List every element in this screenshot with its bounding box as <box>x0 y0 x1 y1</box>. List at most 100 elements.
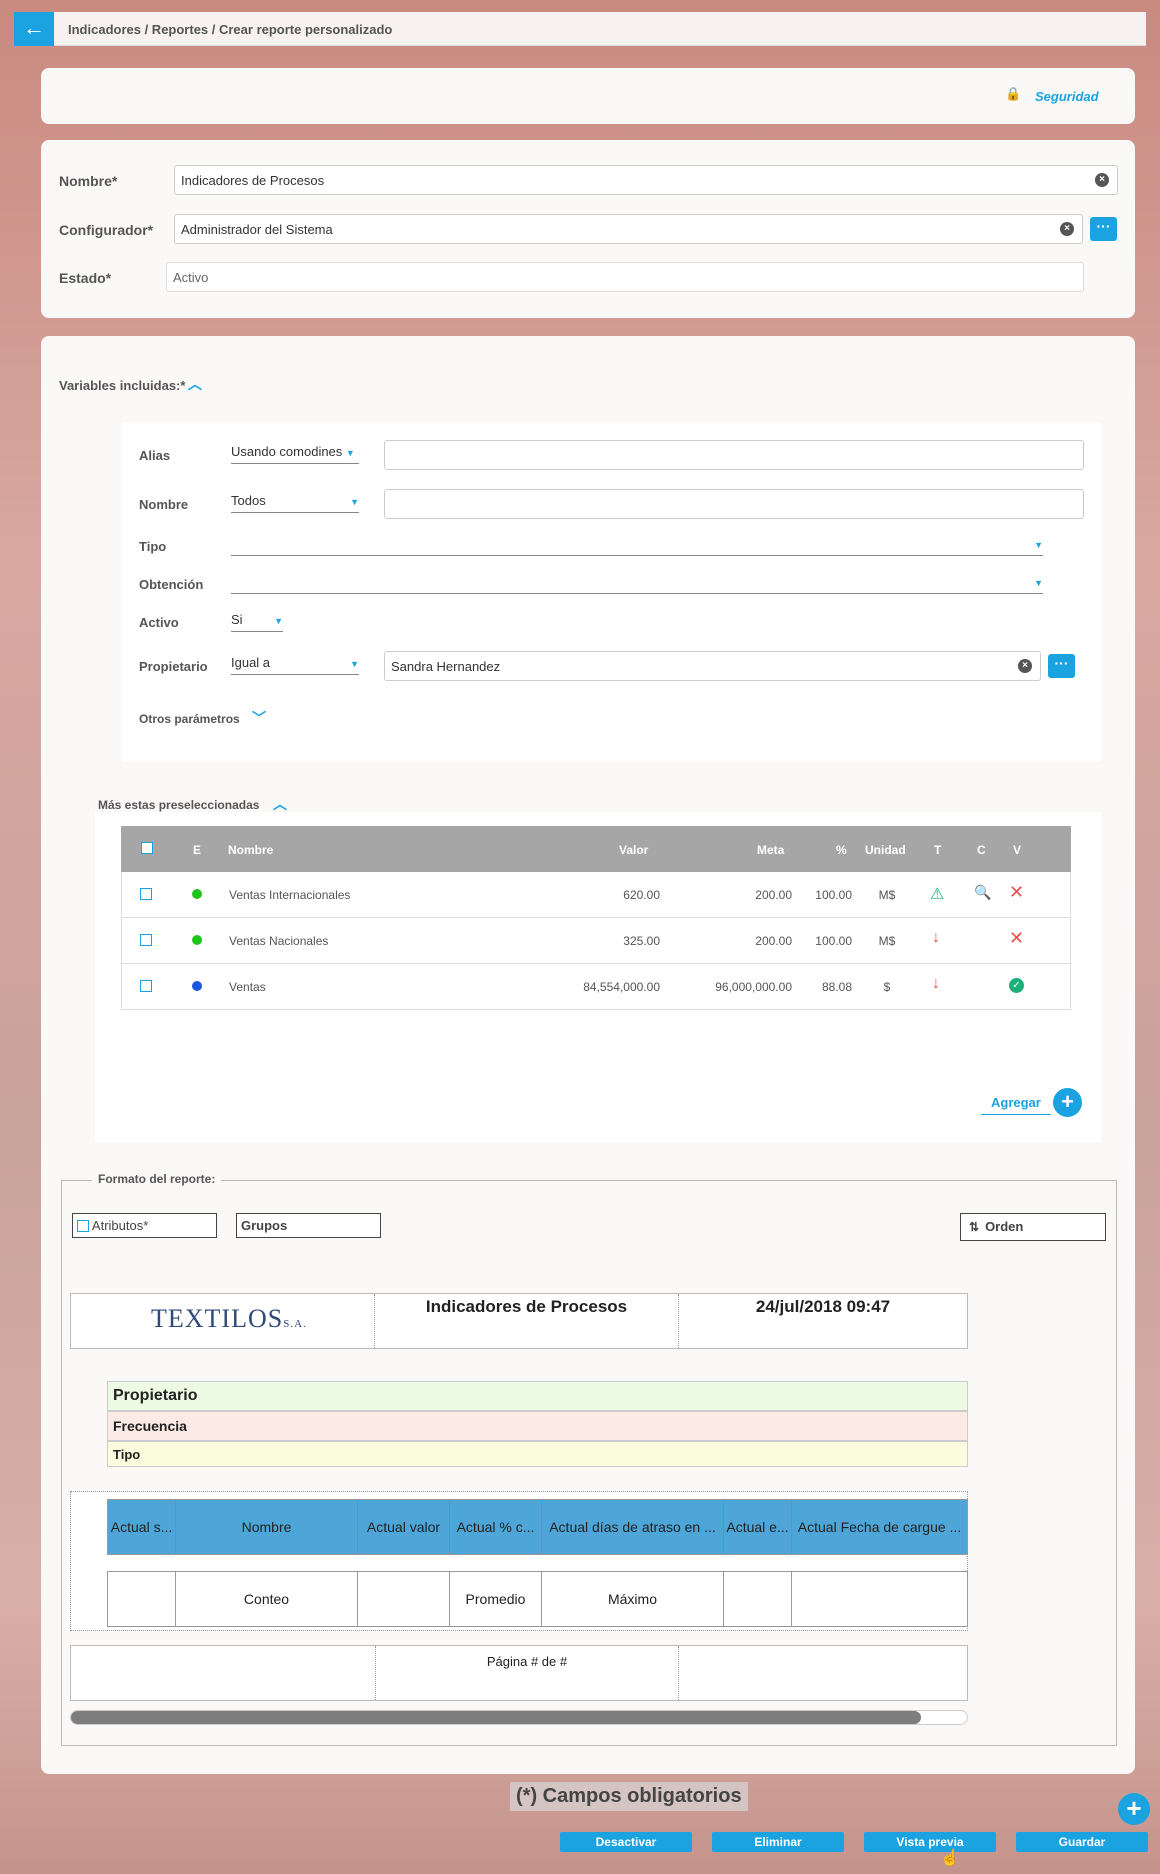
grupos-zone[interactable]: Grupos <box>236 1213 381 1238</box>
search-icon[interactable]: 🔍 <box>974 884 991 901</box>
caret-down-icon: ▼ <box>350 497 359 507</box>
atributos-label: Atributos* <box>91 1218 149 1233</box>
state-field: Activo <box>166 262 1084 292</box>
format-fieldset: Formato del reporte: Atributos* Grupos ⇅… <box>61 1172 1117 1746</box>
preview-button[interactable]: Vista previa <box>864 1832 996 1852</box>
report-logo-cell: TEXTILOSS.A. <box>71 1294 375 1348</box>
security-link[interactable]: Seguridad <box>1035 89 1099 104</box>
add-plus-button[interactable]: + <box>1053 1088 1082 1117</box>
cross-icon[interactable]: ✕ <box>1009 882 1024 903</box>
breadcrumb: Indicadores / Reportes / Crear reporte p… <box>68 22 393 37</box>
col-e: E <box>193 843 202 857</box>
tipo-select[interactable]: ▼ <box>231 534 1043 556</box>
orden-label: Orden <box>985 1219 1024 1234</box>
select-all-checkbox[interactable] <box>141 842 153 854</box>
orden-button[interactable]: ⇅ Orden <box>960 1213 1106 1241</box>
summary-cell <box>792 1572 967 1626</box>
group-frecuencia[interactable]: Frecuencia <box>107 1411 968 1441</box>
trend-up-warning-icon: ⚠ <box>930 886 945 903</box>
report-col[interactable]: Actual días de atraso en ... <box>542 1500 724 1554</box>
atributos-zone[interactable]: Atributos* <box>72 1213 217 1238</box>
chevron-up-icon[interactable]: ︿ <box>273 794 287 814</box>
summary-cell <box>724 1572 792 1626</box>
clear-name-icon[interactable]: × <box>1095 173 1109 187</box>
group-propietario[interactable]: Propietario <box>107 1381 968 1411</box>
name-value: Indicadores de Procesos <box>181 173 325 188</box>
nombre-filter-input[interactable] <box>384 489 1084 519</box>
preselected-title: Más estas preseleccionadas <box>98 798 260 812</box>
nombre-mode-select[interactable]: Todos ▼ <box>231 491 359 513</box>
group-tipo[interactable]: Tipo <box>107 1441 968 1467</box>
check-circle-icon[interactable]: ✓ <box>1009 978 1024 993</box>
report-col[interactable]: Actual Fecha de cargue ... <box>792 1500 967 1554</box>
row-nombre: Ventas Nacionales <box>229 934 329 948</box>
propietario-label: Propietario <box>139 659 208 674</box>
format-title: Formato del reporte: <box>92 1172 222 1186</box>
summary-cell <box>358 1572 450 1626</box>
alias-label: Alias <box>139 448 171 463</box>
propietario-mode-select[interactable]: Igual a ▼ <box>231 653 359 675</box>
col-meta[interactable]: Meta <box>757 843 784 857</box>
row-pct: 88.08 <box>821 980 852 994</box>
propietario-value: Sandra Hernandez <box>391 659 501 674</box>
report-col[interactable]: Actual % c... <box>450 1500 542 1554</box>
obtencion-label: Obtención <box>139 577 204 592</box>
alias-input[interactable] <box>384 440 1084 470</box>
propietario-more-button[interactable]: ··· <box>1048 654 1075 678</box>
row-unidad: M$ <box>878 934 896 948</box>
otros-parametros-label[interactable]: Otros parámetros <box>139 712 240 726</box>
activo-value: Si <box>231 612 243 627</box>
col-c: C <box>977 843 986 857</box>
back-arrow-icon[interactable]: ← <box>14 12 54 46</box>
propietario-input[interactable]: Sandra Hernandez × <box>384 651 1041 681</box>
cross-icon[interactable]: ✕ <box>1009 928 1024 949</box>
summary-cell[interactable]: Promedio <box>450 1572 542 1626</box>
alias-mode-select[interactable]: Usando comodines ▼ <box>231 442 359 464</box>
chevron-down-icon[interactable]: ﹀ <box>252 708 266 728</box>
table-row[interactable]: Ventas Nacionales 325.00 200.00 100.00 M… <box>121 918 1071 964</box>
activo-select[interactable]: Si ▼ <box>231 610 283 632</box>
table-row[interactable]: Ventas Internacionales 620.00 200.00 100… <box>121 872 1071 918</box>
add-link[interactable]: Agregar <box>981 1095 1051 1115</box>
col-pct[interactable]: % <box>836 843 847 857</box>
clear-config-icon[interactable]: × <box>1060 222 1074 236</box>
row-nombre: Ventas <box>229 980 266 994</box>
sort-icon: ⇅ <box>969 1220 980 1234</box>
col-nombre[interactable]: Nombre <box>228 843 273 857</box>
activo-label: Activo <box>139 615 179 630</box>
summary-cell[interactable]: Máximo <box>542 1572 724 1626</box>
clear-propietario-icon[interactable]: × <box>1018 659 1032 673</box>
nombre-mode-value: Todos <box>231 493 266 508</box>
name-label: Nombre* <box>59 173 118 189</box>
table-row[interactable]: Ventas 84,554,000.00 96,000,000.00 88.08… <box>121 964 1071 1010</box>
row-checkbox[interactable] <box>140 980 152 992</box>
floating-add-icon[interactable]: + <box>1118 1793 1150 1825</box>
nombre-filter-label: Nombre <box>139 497 189 512</box>
save-button[interactable]: Guardar <box>1016 1832 1148 1852</box>
report-col[interactable]: Nombre <box>176 1500 358 1554</box>
delete-button[interactable]: Eliminar <box>712 1832 844 1852</box>
summary-cell[interactable]: Conteo <box>176 1572 358 1626</box>
row-checkbox[interactable] <box>140 888 152 900</box>
config-more-button[interactable]: ··· <box>1090 217 1117 241</box>
horizontal-scrollbar[interactable] <box>70 1710 968 1725</box>
config-input[interactable]: Administrador del Sistema × <box>174 214 1083 244</box>
page-number: Página # de # <box>375 1646 679 1700</box>
row-checkbox[interactable] <box>140 934 152 946</box>
security-card: 🔒 Seguridad <box>41 68 1135 124</box>
scrollbar-thumb[interactable] <box>71 1711 921 1724</box>
obtencion-select[interactable]: ▼ <box>231 572 1043 594</box>
report-title: Indicadores de Procesos <box>375 1294 679 1348</box>
variables-card: Variables incluidas:* ︿ Alias Usando com… <box>41 336 1135 1774</box>
col-unidad[interactable]: Unidad <box>865 843 906 857</box>
report-col[interactable]: Actual valor <box>358 1500 450 1554</box>
deactivate-button[interactable]: Desactivar <box>560 1832 692 1852</box>
caret-down-icon: ▼ <box>350 659 359 669</box>
report-col[interactable]: Actual e... <box>724 1500 792 1554</box>
chevron-up-icon[interactable]: ︿ <box>188 374 202 394</box>
preselected-table-header: E Nombre Valor Meta % Unidad T C V <box>121 826 1071 872</box>
name-input[interactable]: Indicadores de Procesos × <box>174 165 1118 195</box>
atributos-checkbox[interactable] <box>77 1220 89 1232</box>
report-col[interactable]: Actual s... <box>108 1500 176 1554</box>
col-valor[interactable]: Valor <box>619 843 648 857</box>
